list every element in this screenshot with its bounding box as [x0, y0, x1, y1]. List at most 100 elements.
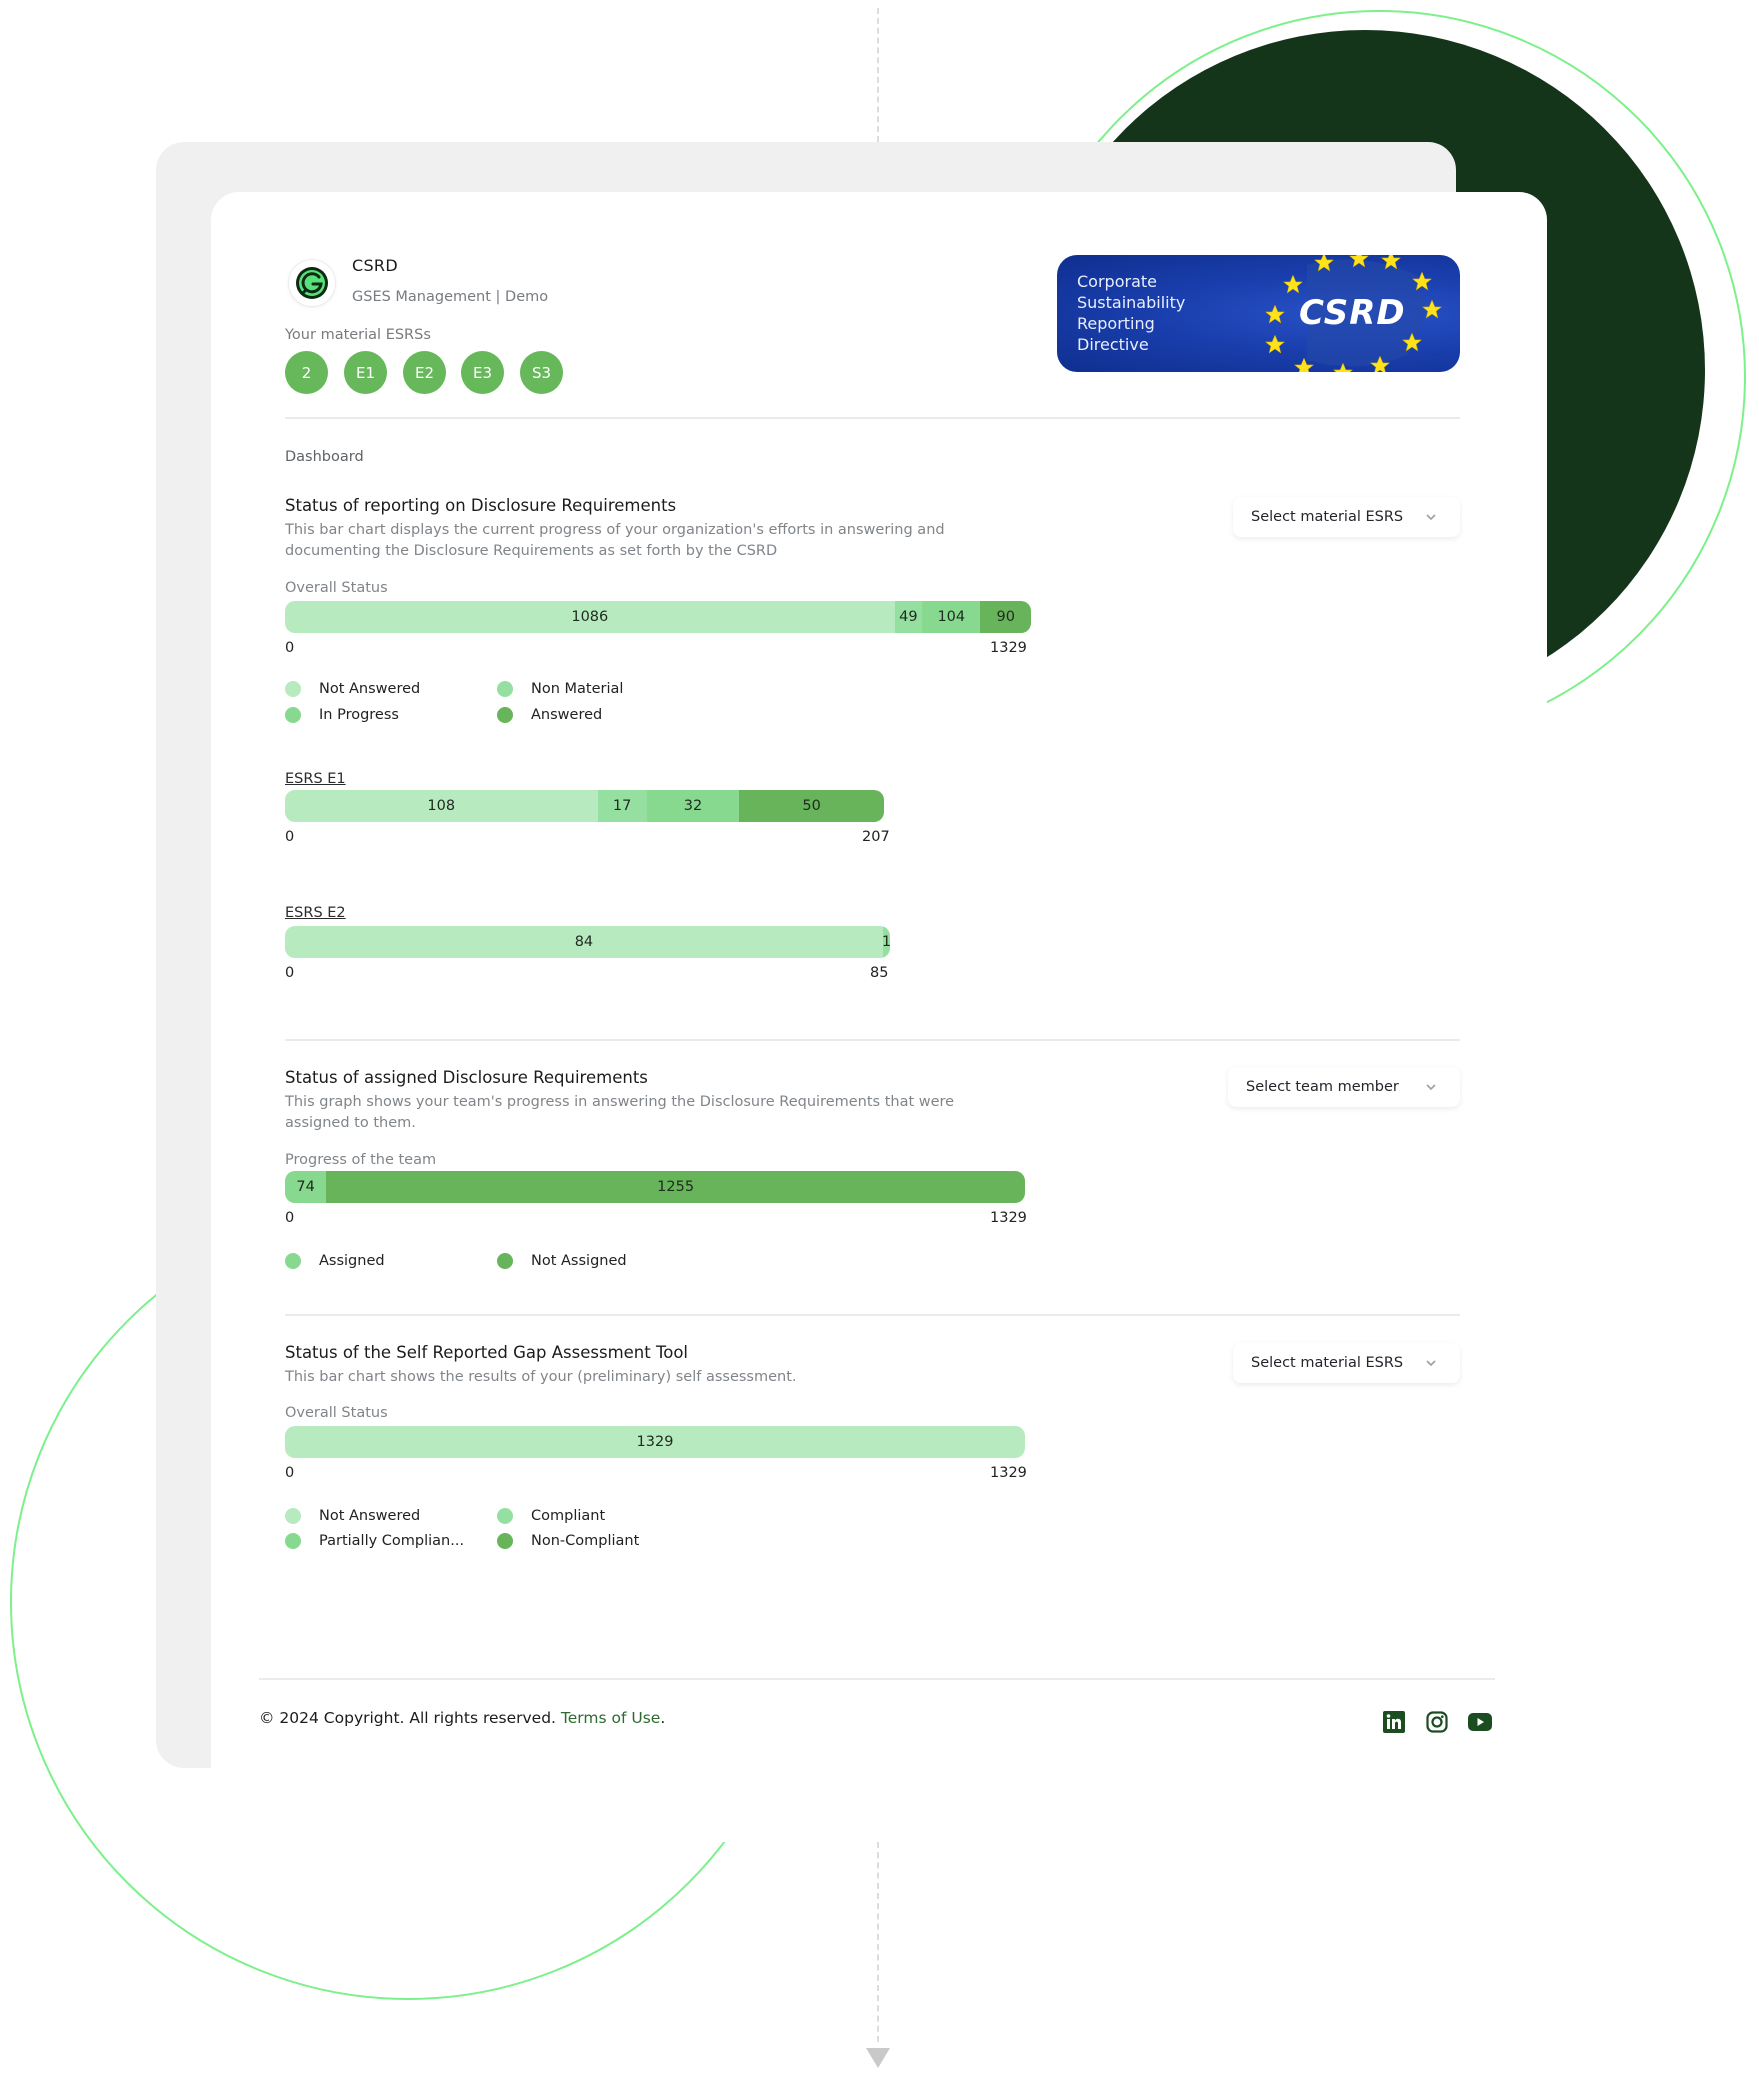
section-title: Status of the Self Reported Gap Assessme…	[285, 1343, 689, 1362]
legend-dot	[285, 1508, 301, 1524]
legend-label: Non-Compliant	[531, 1533, 640, 1549]
legend-dot	[285, 707, 301, 723]
dropdown-label: Select material ESRS	[1251, 509, 1404, 525]
legend-item: Not Answered	[285, 681, 420, 697]
dropdown-label: Select team member	[1246, 1079, 1399, 1095]
legend-item: Non-Compliant	[497, 1533, 639, 1549]
axis-min-label: 0	[285, 965, 295, 981]
bar-segment-in-progress: 104	[922, 601, 981, 633]
legend-label: Assigned	[319, 1253, 385, 1269]
dashed-connector-bottom	[877, 1842, 879, 2042]
data-label: 1255	[657, 1179, 695, 1195]
data-label: 108	[427, 798, 456, 814]
linkedin-icon[interactable]	[1382, 1710, 1406, 1734]
dropdown-label: Select material ESRS	[1251, 1355, 1404, 1371]
material-esrs-label: Your material ESRSs	[285, 327, 431, 343]
section-title: Status of assigned Disclosure Requiremen…	[285, 1068, 648, 1087]
description-line: This bar chart displays the current prog…	[285, 522, 945, 538]
legend-item: Partially Complian...	[285, 1533, 464, 1549]
stacked-bar: 74 1255	[285, 1171, 1025, 1203]
bar-segment-non-material: 49	[894, 601, 923, 633]
section-divider	[285, 1039, 1460, 1041]
banner-csrd-logo: CSRD	[1299, 293, 1406, 333]
legend-item: Not Assigned	[497, 1253, 627, 1269]
legend-dot	[285, 1253, 301, 1269]
legend-dot	[497, 1508, 513, 1524]
legend-item: Assigned	[285, 1253, 385, 1269]
data-label: 50	[802, 798, 821, 814]
stacked-bar: 1329	[285, 1426, 1025, 1458]
legend-label: Compliant	[531, 1508, 606, 1524]
esrs-e1-link[interactable]: ESRS E1	[285, 771, 346, 787]
footer-divider	[259, 1678, 1495, 1680]
legend-label: Non Material	[531, 681, 624, 697]
legend-label: Not Answered	[319, 1508, 421, 1524]
bar-segment-assigned: 74	[285, 1171, 327, 1203]
chart-title: Overall Status	[285, 1405, 388, 1421]
esrs-chip[interactable]: E2	[403, 351, 446, 394]
section-description: This bar chart shows the results of your…	[285, 1367, 1045, 1388]
section-description: This graph shows your team's progress in…	[285, 1092, 1045, 1134]
legend-dot	[285, 1533, 301, 1549]
esrs-chip[interactable]: E3	[461, 351, 504, 394]
data-label: 32	[683, 798, 703, 814]
section-title: Status of reporting on Disclosure Requir…	[285, 496, 677, 515]
bar-segment-not-answered: 84	[285, 926, 883, 958]
copyright-text: © 2024 Copyright. All rights reserved.	[259, 1709, 556, 1727]
chart-title: Overall Status	[285, 580, 388, 596]
bar-segment-not-answered: 1329	[285, 1426, 1025, 1458]
esrs-chip[interactable]: 2	[285, 351, 328, 394]
csrd-banner: Corporate Sustainability Reporting Direc…	[1057, 255, 1460, 372]
select-material-esrs-dropdown[interactable]: Select material ESRS	[1233, 1343, 1460, 1383]
esrs-chip[interactable]: S3	[520, 351, 563, 394]
esrs-chip[interactable]: E1	[344, 351, 387, 394]
legend-item: In Progress	[285, 707, 399, 723]
legend-dot	[285, 681, 301, 697]
legend-label: Partially Complian...	[319, 1533, 465, 1549]
dashed-connector-top	[877, 8, 879, 142]
legend-dot	[497, 707, 513, 723]
legend-label: Not Answered	[319, 681, 421, 697]
legend-label: In Progress	[319, 707, 399, 723]
data-label: 74	[296, 1179, 315, 1195]
bar-segment-not-answered: 1086	[285, 601, 895, 633]
gses-logo-icon	[296, 267, 328, 299]
bar-segment-in-progress: 32	[646, 790, 740, 822]
legend-item: Answered	[497, 707, 602, 723]
chevron-down-icon	[1426, 514, 1436, 521]
select-team-member-dropdown[interactable]: Select team member	[1228, 1067, 1460, 1107]
company-logo	[288, 259, 336, 307]
youtube-icon[interactable]	[1468, 1710, 1492, 1734]
dashboard-card	[211, 192, 1547, 1842]
stacked-bar: 108 17 32 50	[285, 790, 884, 822]
section-description: This bar chart displays the current prog…	[285, 520, 1045, 562]
instagram-icon[interactable]	[1425, 1710, 1449, 1734]
axis-max-label: 1329	[990, 640, 1027, 656]
legend-label: Not Assigned	[531, 1253, 627, 1269]
data-label: 49	[899, 609, 918, 625]
banner-line: Directive	[1077, 335, 1149, 354]
esrs-e2-link[interactable]: ESRS E2	[285, 905, 346, 921]
terms-suffix: .	[660, 1709, 666, 1727]
chevron-down-icon	[1426, 1084, 1436, 1091]
app-title: CSRD	[352, 256, 398, 275]
terms-of-use-link[interactable]: Terms of Use	[561, 1709, 660, 1727]
axis-max-label: 85	[870, 965, 889, 981]
select-material-esrs-dropdown[interactable]: Select material ESRS	[1233, 497, 1460, 537]
section-divider	[285, 1314, 1460, 1316]
data-label: 84	[574, 934, 594, 950]
axis-max-label: 1329	[990, 1210, 1027, 1226]
arrow-down-icon	[866, 2048, 890, 2068]
data-label: 90	[996, 609, 1015, 625]
axis-min-label: 0	[285, 829, 295, 845]
banner-line: Reporting	[1077, 314, 1155, 333]
legend-dot	[497, 1253, 513, 1269]
banner-text: Corporate Sustainability Reporting Direc…	[1077, 271, 1185, 355]
legend-item: Compliant	[497, 1508, 605, 1524]
data-label: 1086	[571, 609, 609, 625]
stacked-bar: 1086 49 104 90	[285, 601, 1031, 633]
description-line: documenting the Disclosure Requirements …	[285, 543, 778, 559]
legend-dot	[497, 1533, 513, 1549]
description-line: This graph shows your team's progress in…	[285, 1094, 955, 1110]
data-label: 104	[937, 609, 966, 625]
